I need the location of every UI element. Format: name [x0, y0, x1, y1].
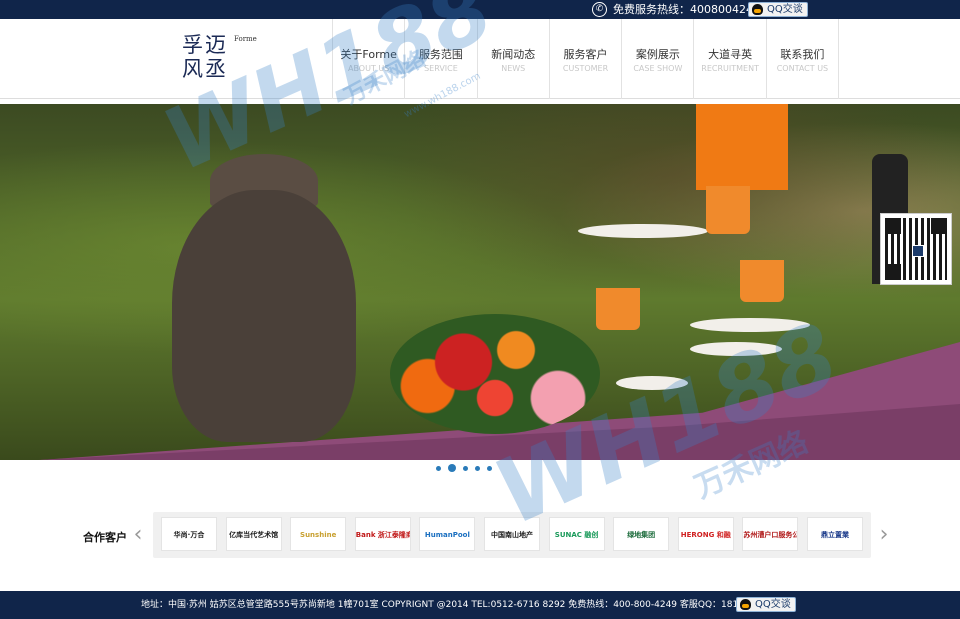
nav-item-contact[interactable]: 联系我们 CONTACT US [767, 19, 840, 99]
partner-name: Bank 浙江泰隆商业银行 [355, 531, 410, 539]
partner-name: 华尚·万合 [173, 531, 205, 539]
top-bar: ✆ 免费服务热线：4008004249 QQ交谈 [0, 0, 960, 19]
logo-subtitle: Forme [234, 35, 257, 43]
nav-sublabel: RECRUITMENT [701, 64, 759, 73]
partner-name: 鼎立置業 [821, 531, 849, 539]
qq-chat-label: QQ交谈 [767, 4, 803, 15]
qr-code-icon [880, 213, 952, 285]
banner-plate [690, 318, 810, 332]
banner-cup [596, 288, 640, 330]
partner-name: Sunshine [300, 531, 337, 539]
partner-logo[interactable]: SUNAC 融创 [548, 517, 605, 551]
nav-sublabel: NEWS [501, 64, 526, 73]
qq-icon [752, 4, 763, 15]
logo-line-2: 风丞 [182, 57, 228, 81]
partner-name: HERONG 和融 [680, 531, 731, 539]
footer-qq-chat-button[interactable]: QQ交谈 [736, 597, 796, 612]
partners-prev-arrow-icon[interactable]: ‹ [130, 524, 146, 548]
nav-label: 服务客户 [563, 48, 608, 61]
qq-chat-label: QQ交谈 [755, 599, 791, 610]
partner-logo[interactable]: HERONG 和融 [677, 517, 734, 551]
nav-sublabel: CASE SHOW [633, 64, 683, 73]
banner-plate [578, 224, 708, 238]
banner-plate [690, 342, 782, 356]
nav-label: 案例展示 [635, 48, 680, 61]
banner-urn [172, 190, 356, 442]
qr-code-logo [912, 245, 924, 257]
slider-dots [436, 464, 492, 472]
slider-dot[interactable] [487, 465, 492, 471]
hotline-text: 免费服务热线：4008004249 [613, 3, 760, 16]
site-logo[interactable]: 孚迈 风丞 Forme [182, 33, 262, 89]
nav-item-news[interactable]: 新闻动态 NEWS [478, 19, 550, 99]
partners-next-arrow-icon[interactable]: › [876, 524, 892, 548]
nav-sublabel: CONTACT US [776, 64, 829, 73]
qq-icon [740, 599, 751, 610]
nav-item-case[interactable]: 案例展示 CASE SHOW [622, 19, 695, 99]
slider-dot[interactable] [475, 465, 480, 471]
partner-name: HumanPool [424, 531, 470, 539]
slider-dot[interactable] [448, 464, 456, 472]
slider-dot[interactable] [463, 465, 468, 471]
slider-dot[interactable] [436, 465, 441, 471]
nav-label: 新闻动态 [491, 48, 536, 61]
hero-banner[interactable] [0, 104, 960, 460]
banner-cup [740, 260, 784, 302]
partner-logo[interactable]: Bank 浙江泰隆商业银行 [354, 517, 411, 551]
partner-logo[interactable]: 亿库当代艺术馆 [225, 517, 282, 551]
header: 孚迈 风丞 Forme 关于Forme ABOUT US 服务范围 SERVIC… [0, 19, 960, 99]
nav-label: 大道寻英 [708, 48, 753, 61]
nav-item-customer[interactable]: 服务客户 CUSTOMER [550, 19, 623, 99]
partner-logo-strip: 华尚·万合 亿库当代艺术馆 Sunshine Bank 浙江泰隆商业银行 HumanPo… [153, 512, 871, 558]
nav-sublabel: CUSTOMER [562, 64, 609, 73]
banner-orange-lantern [696, 104, 788, 190]
nav-item-recruitment[interactable]: 大道寻英 RECRUITMENT [694, 19, 767, 99]
partner-name: 绿地集团 [627, 531, 656, 539]
partner-logo[interactable]: 中国南山地产 [484, 517, 540, 551]
banner-cup [706, 186, 750, 234]
partner-logo[interactable]: 绿地集团 [613, 517, 670, 551]
partner-name: 苏州漕户口服务公司 [743, 531, 797, 539]
nav-label: 联系我们 [780, 48, 825, 61]
partner-logo[interactable]: HumanPool [419, 517, 476, 551]
partner-logo[interactable]: Sunshine [290, 517, 347, 551]
partner-logo[interactable]: 华尚·万合 [161, 517, 217, 551]
footer-info: 地址：中国·苏州 姑苏区总管堂路555号苏尚新地 1幢701室 COPYRIGN… [141, 600, 779, 610]
phone-icon: ✆ [592, 2, 607, 17]
partner-name: 亿库当代艺术馆 [229, 531, 279, 539]
partner-logo[interactable]: 鼎立置業 [807, 517, 863, 551]
partners-label: 合作客户 [83, 531, 127, 544]
banner-plate [616, 376, 688, 390]
partner-logo[interactable]: 苏州漕户口服务公司 [742, 517, 799, 551]
footer: 地址：中国·苏州 姑苏区总管堂路555号苏尚新地 1幢701室 COPYRIGN… [0, 591, 960, 619]
partner-name: SUNAC 融创 [554, 531, 599, 539]
banner-flowers [390, 314, 600, 434]
qq-chat-button[interactable]: QQ交谈 [748, 2, 808, 17]
partner-name: 中国南山地产 [491, 531, 533, 539]
